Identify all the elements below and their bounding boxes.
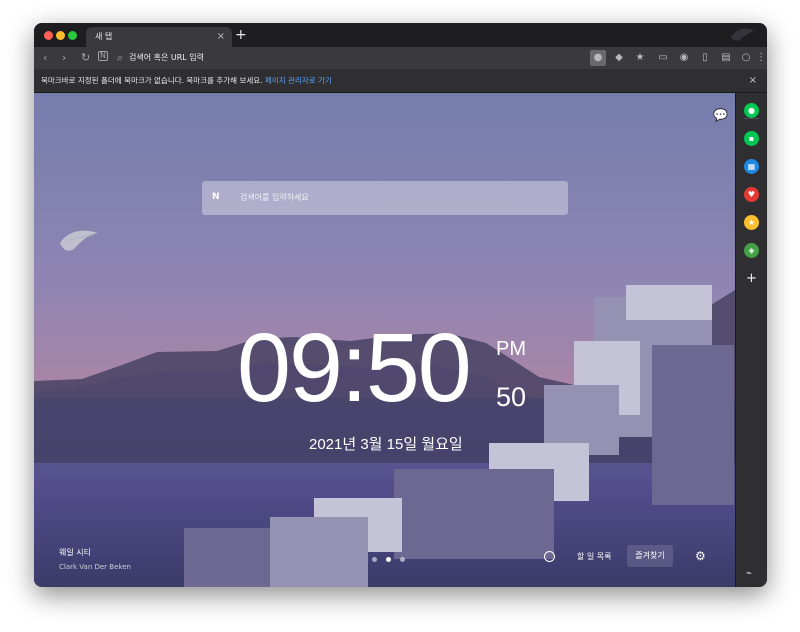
maximize-window-button[interactable]: [68, 31, 77, 40]
whale-logo-icon: [731, 28, 754, 41]
sidebar-toggle-icon[interactable]: ▤: [718, 50, 734, 66]
favorites-button[interactable]: 즐겨찾기: [627, 545, 673, 567]
record-icon[interactable]: ●: [744, 103, 759, 118]
star-icon[interactable]: ★: [744, 215, 759, 230]
forward-icon[interactable]: ›: [62, 51, 66, 65]
address-input[interactable]: 검색어 혹은 URL 입력: [129, 51, 204, 65]
carousel-dot[interactable]: [400, 557, 406, 562]
sidebar-separator: [744, 118, 759, 119]
menu-icon[interactable]: ⋮: [753, 50, 767, 66]
bookmark-bar: 북마크바로 지정된 폴더에 북마크가 없습니다. 북마크를 추가해 보세요. 페…: [34, 69, 767, 93]
close-icon[interactable]: ×: [217, 27, 225, 47]
todo-button[interactable]: 할 일 목록: [577, 551, 612, 562]
refresh-icon[interactable]: ↻: [81, 51, 90, 65]
image-caption-author: Clark Van Der Beken: [59, 563, 131, 571]
video-icon[interactable]: ▭: [655, 50, 671, 66]
carousel-indicator: [372, 547, 409, 566]
carousel-dot[interactable]: [372, 557, 377, 562]
naver-search-logo: N: [212, 192, 220, 202]
calendar-icon[interactable]: ▦: [744, 159, 759, 174]
clock-ampm: PM: [496, 338, 526, 360]
image-caption-title: 웨일 시티: [59, 548, 91, 557]
heart-icon[interactable]: ♥: [744, 187, 759, 202]
gear-icon[interactable]: ⚙: [695, 549, 706, 563]
tab-title: 새 탭: [95, 32, 113, 41]
tab-bar: 새 탭 × +: [34, 23, 767, 47]
camera-icon[interactable]: ◉: [676, 50, 692, 66]
back-icon[interactable]: ‹: [43, 51, 47, 65]
plus-icon[interactable]: +: [744, 271, 759, 286]
reader-icon[interactable]: ▯: [697, 50, 713, 66]
pin-icon[interactable]: ⌁: [746, 568, 752, 579]
close-icon[interactable]: ×: [749, 69, 757, 93]
carousel-dot[interactable]: [386, 557, 392, 562]
right-sidebar: ● ▪ ▦ ♥ ★ ◈ + ⌁: [735, 93, 767, 587]
star-icon[interactable]: ★: [632, 50, 648, 66]
chat-icon[interactable]: 💬: [713, 108, 728, 122]
search-icon: ⌕: [117, 51, 124, 64]
whale-logo-icon: [60, 230, 98, 251]
tab-new-tab[interactable]: 새 탭 ×: [86, 27, 232, 47]
close-window-button[interactable]: [44, 31, 53, 40]
clock-date: 2021년 3월 15일 월요일: [309, 436, 463, 453]
clock-seconds: 50: [496, 382, 527, 412]
bookmark-message: 북마크바로 지정된 폴더에 북마크가 없습니다. 북마크를 추가해 보세요.: [41, 76, 263, 85]
new-tab-page: 💬 N 검색어를 입력하세요 09:50 PM 50 2021년 3월 15일 …: [34, 93, 735, 587]
naver-icon[interactable]: N: [98, 51, 108, 61]
target-icon[interactable]: [544, 551, 555, 562]
shield-icon[interactable]: ◆: [611, 50, 627, 66]
minimize-window-button[interactable]: [56, 31, 65, 40]
notification-icon[interactable]: ▪: [744, 131, 759, 146]
address-toolbar: ‹ › ↻ N ⌕ 검색어 혹은 URL 입력 ● ◆ ★ ▭ ◉ ▯ ▤ ○ …: [34, 47, 767, 69]
new-tab-button[interactable]: +: [235, 26, 247, 44]
profile-icon[interactable]: ○: [738, 50, 754, 66]
bookmark-manager-link[interactable]: 페이지 관리자로 가기: [265, 76, 332, 85]
search-input[interactable]: 검색어를 입력하세요: [240, 192, 309, 203]
location-icon[interactable]: ●: [590, 50, 606, 66]
search-bar[interactable]: N 검색어를 입력하세요: [202, 181, 568, 215]
clock-time: 09:50: [237, 313, 472, 422]
translate-icon[interactable]: ◈: [744, 243, 759, 258]
browser-window: 새 탭 × + ‹ › ↻ N ⌕ 검색어 혹은 URL 입력 ● ◆ ★ ▭ …: [34, 23, 767, 587]
